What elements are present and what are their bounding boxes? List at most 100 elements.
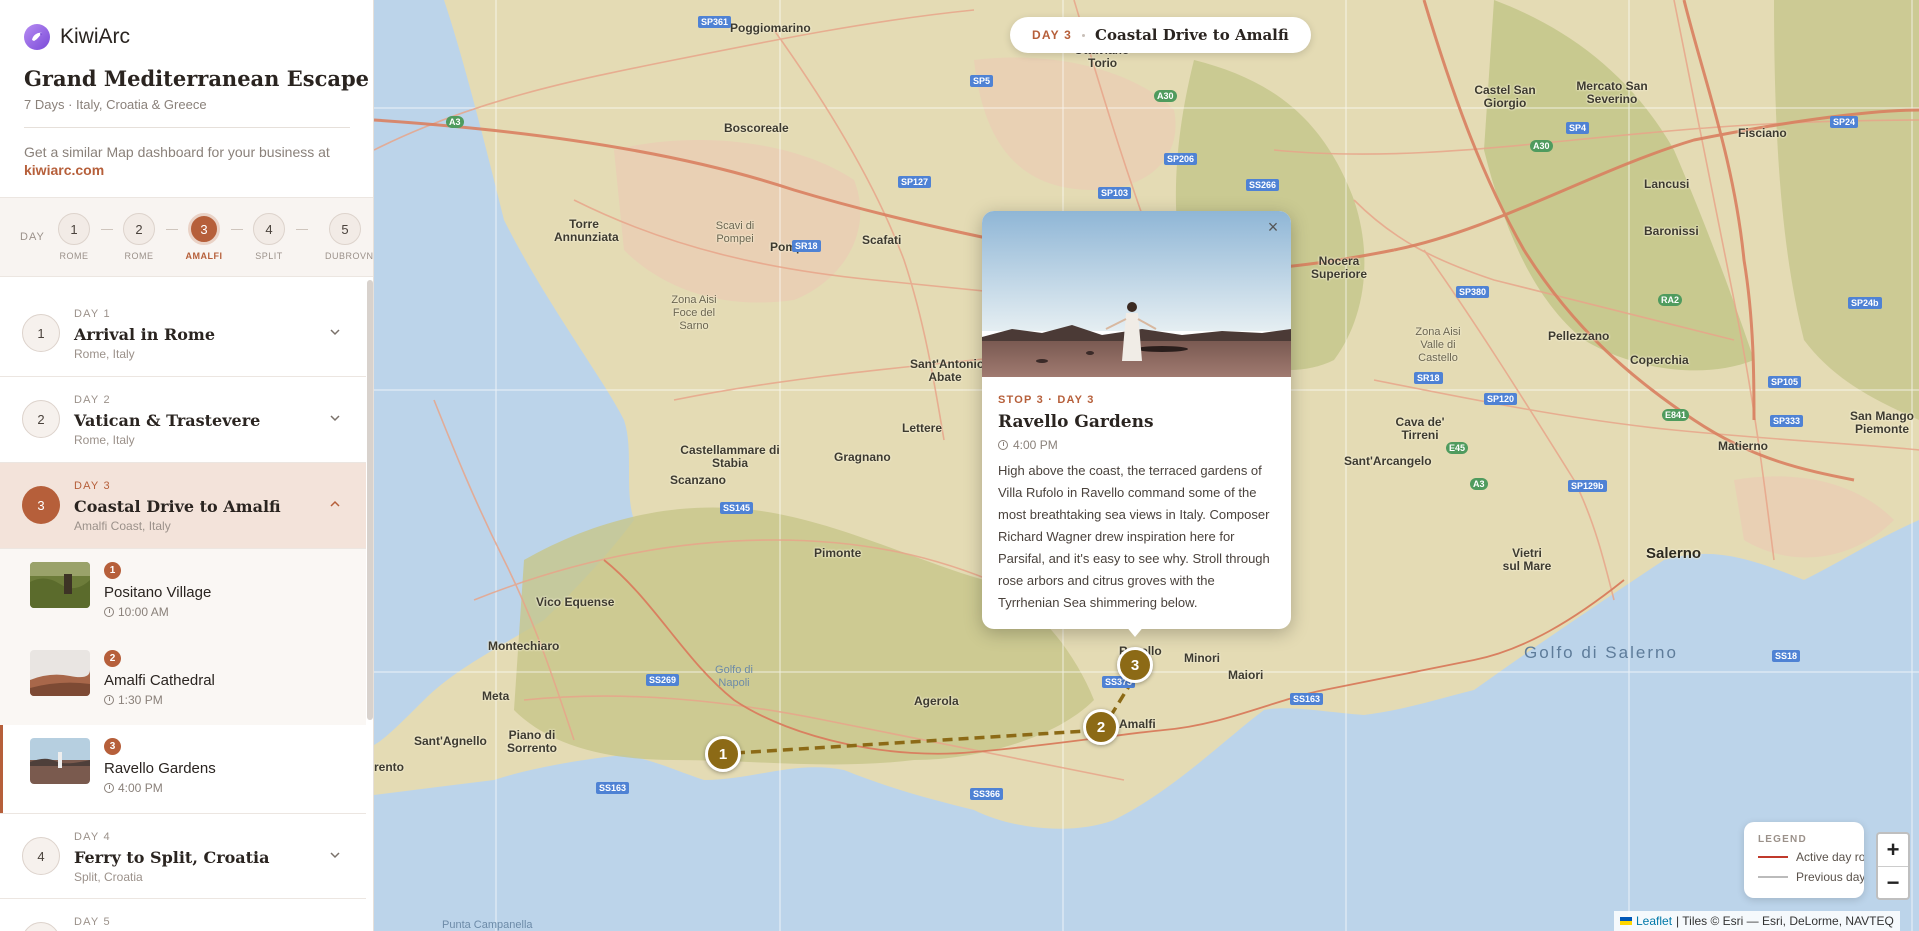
map-label: Vietri sul Mare (1502, 546, 1552, 573)
road-shield: SP333 (1770, 415, 1804, 427)
map-label: Nocera Superiore (1310, 254, 1367, 281)
stop-item-2[interactable]: 2 Amalfi Cathedral 1:30 PM (0, 637, 366, 725)
day-item-5[interactable]: DAY 5 (0, 899, 366, 931)
day-location: Amalfi Coast, Italy (74, 519, 171, 533)
day-item-1[interactable]: 1 DAY 1 Arrival in Rome Rome, Italy (0, 291, 366, 377)
day-step-label: AMALFI (185, 251, 223, 261)
day-item-2[interactable]: 2 DAY 2 Vatican & Trastevere Rome, Italy (0, 377, 366, 463)
brand[interactable]: KiwiArc (24, 24, 130, 50)
clock-icon (104, 783, 114, 793)
road-shield: A3 (1470, 478, 1488, 490)
stop-item-1[interactable]: 1 Positano Village 10:00 AM (0, 549, 366, 637)
day-step-4[interactable]: 4 SPLIT (249, 213, 289, 261)
map-label: Punta Campanella (442, 919, 533, 931)
road-shield: SS366 (970, 788, 1004, 800)
road-shield: SS266 (1246, 179, 1280, 191)
day-step-number: 1 (58, 213, 90, 245)
day-step-1[interactable]: 1 ROME (54, 213, 94, 261)
stop-number-badge: 3 (104, 738, 121, 755)
promo-copy: Get a similar Map dashboard for your bus… (24, 144, 330, 160)
map-marker-1[interactable]: 1 (705, 736, 741, 772)
map-label: Mercato San Severino (1576, 79, 1648, 106)
stop-time-value: 10:00 AM (118, 605, 169, 619)
map-label: Scafati (862, 233, 902, 247)
map-label: Golfo di Salerno (1524, 643, 1678, 662)
day-step-number: 4 (253, 213, 285, 245)
stop-number-badge: 1 (104, 562, 121, 579)
day-item-3[interactable]: 3 DAY 3 Coastal Drive to Amalfi Amalfi C… (0, 463, 366, 549)
stop-thumbnail (30, 650, 90, 696)
popup-day-label: DAY 3 (1057, 394, 1095, 406)
map-marker-3[interactable]: 3 (1117, 647, 1153, 683)
map-label: Castellammare di Stabia (680, 443, 780, 470)
day-connector (296, 229, 308, 230)
road-shield: SP103 (1098, 187, 1132, 199)
popup-title: Ravello Gardens (998, 412, 1154, 432)
promo-text: Get a similar Map dashboard for your bus… (24, 143, 354, 179)
map-day-label: DAY 3 (1032, 28, 1073, 42)
clock-icon (998, 440, 1008, 450)
divider (24, 127, 350, 128)
map-label: Poggiomarino (730, 21, 811, 35)
day-step-label: ROME (124, 251, 154, 261)
day-step-label: ROME (59, 251, 89, 261)
day-step-2[interactable]: 2 ROME (119, 213, 159, 261)
stop-thumbnail (30, 562, 90, 608)
stop-title: Ravello Gardens (104, 760, 216, 777)
day-step-number: 3 (188, 213, 220, 245)
map-label: Torio (1088, 56, 1118, 70)
map-label: Sant'Arcangelo (1344, 454, 1432, 468)
road-shield: A30 (1154, 90, 1177, 102)
trip-subtitle: 7 Days · Italy, Croatia & Greece (24, 97, 207, 112)
leaflet-link[interactable]: Leaflet (1636, 914, 1672, 928)
popup-stop-label: STOP 3 (998, 394, 1044, 406)
map-label: Sorrento (374, 760, 405, 774)
kiwi-logo-icon (24, 24, 50, 50)
road-shield: SR18 (1414, 372, 1443, 384)
chevron-down-icon[interactable] (330, 850, 340, 860)
day-step-number: 5 (329, 213, 361, 245)
road-shield: SP5 (970, 75, 994, 87)
day-connector (231, 229, 243, 230)
map-label: Boscoreale (724, 121, 789, 135)
day-label: DAY 2 (74, 394, 111, 406)
map-marker-2[interactable]: 2 (1083, 709, 1119, 745)
day-number (22, 922, 60, 931)
day-item-4[interactable]: 4 DAY 4 Ferry to Split, Croatia Split, C… (0, 813, 366, 899)
chevron-down-icon[interactable] (330, 413, 340, 423)
stop-time: 10:00 AM (104, 605, 169, 619)
clock-icon (104, 607, 114, 617)
map-attribution: Leaflet | Tiles © Esri — Esri, DeLorme, … (1614, 911, 1900, 931)
map-label: Salerno (1646, 545, 1702, 562)
day-label: DAY 5 (74, 916, 111, 928)
map-label: Montechiaro (488, 639, 560, 653)
map-label: San Mango Piemonte (1849, 409, 1914, 436)
popup-time-value: 4:00 PM (1013, 438, 1058, 452)
promo-link[interactable]: kiwiarc.com (24, 161, 354, 179)
legend-label-previous: Previous days (1796, 870, 1864, 884)
road-shield: SS18 (1772, 650, 1801, 662)
stop-item-3[interactable]: 3 Ravello Gardens 4:00 PM (0, 725, 366, 813)
zoom-out-button[interactable]: − (1878, 866, 1908, 898)
stop-time-value: 1:30 PM (118, 693, 163, 707)
zoom-in-button[interactable]: + (1878, 834, 1908, 866)
map-day-header: DAY 3 Coastal Drive to Amalfi (1010, 17, 1311, 53)
chevron-up-icon[interactable] (330, 499, 340, 509)
day-number: 3 (22, 486, 60, 524)
chevron-down-icon[interactable] (330, 327, 340, 337)
map-label: Maiori (1228, 668, 1264, 682)
map-label: Cava de' Tirreni (1395, 415, 1445, 442)
map-label: Minori (1184, 651, 1220, 665)
day-step-3[interactable]: 3 AMALFI (184, 213, 224, 261)
road-shield: SP361 (698, 16, 732, 28)
road-shield: E841 (1662, 409, 1690, 421)
close-icon[interactable]: × (1263, 217, 1283, 237)
day-title: Coastal Drive to Amalfi (74, 497, 281, 516)
day-number: 2 (22, 400, 60, 438)
sidebar-scrollbar[interactable] (367, 280, 373, 720)
map-day-title: Coastal Drive to Amalfi (1095, 26, 1289, 44)
road-shield: SP24 (1830, 116, 1859, 128)
road-shield: SP4 (1566, 122, 1590, 134)
day-step-5[interactable]: 5 DUBROVNIK (325, 213, 373, 261)
map-label: Vico Equense (536, 595, 615, 609)
